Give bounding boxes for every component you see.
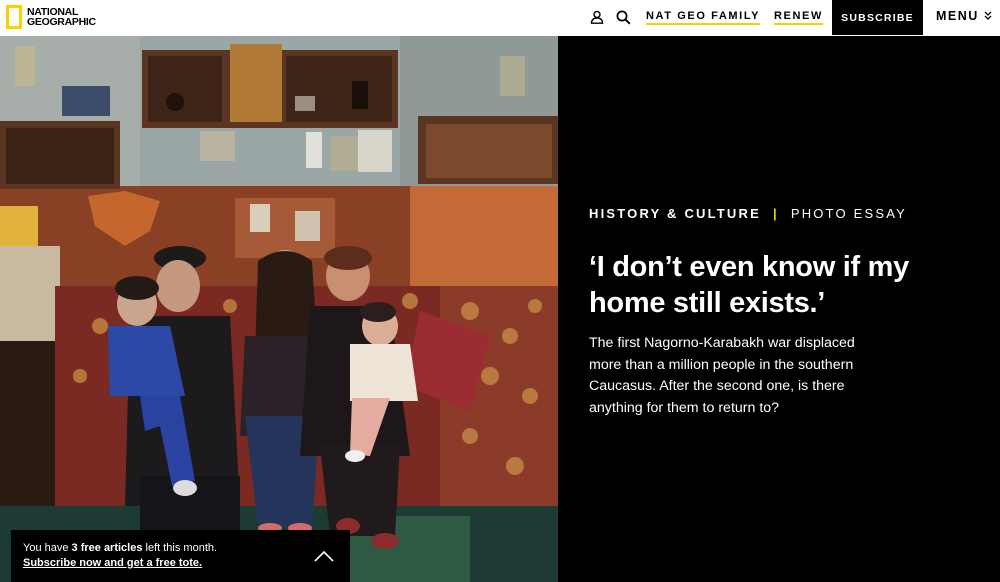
nat-geo-logo[interactable]: NATIONAL GEOGRAPHIC (6, 4, 96, 30)
article-headline: ‘I don’t even know if my home still exis… (589, 251, 909, 319)
subscribe-tote-link[interactable]: Subscribe now and get a free tote. (23, 557, 202, 569)
category-link[interactable]: HISTORY & CULTURE (589, 206, 761, 221)
article-dek: The first Nagorno-Karabakh war displaced… (589, 335, 855, 416)
header-icons (588, 6, 632, 28)
article-type: PHOTO ESSAY (790, 206, 908, 221)
free-article-count: 3 free articles (71, 542, 143, 554)
hero-photo (0, 36, 558, 582)
free-articles-message: You have 3 free articles left this month… (23, 542, 217, 554)
menu-button[interactable]: MENU (936, 9, 992, 23)
paywall-notice: You have 3 free articles left this month… (11, 530, 350, 582)
notice-suffix: left this month. (142, 542, 218, 554)
article-intro: HISTORY & CULTURE | PHOTO ESSAY ‘I don’t e… (558, 36, 1000, 582)
nat-geo-family-link[interactable]: NAT GEO FAMILY (646, 10, 761, 25)
kicker-separator: | (772, 206, 779, 221)
family-photo-illustration (0, 36, 558, 582)
chevron-down-icon (984, 11, 992, 20)
renew-link[interactable]: RENEW (774, 10, 823, 25)
subscribe-button[interactable]: SUBSCRIBE (832, 0, 923, 35)
menu-label: MENU (936, 9, 979, 23)
article-kicker: HISTORY & CULTURE | PHOTO ESSAY (589, 206, 907, 221)
notice-prefix: You have (23, 542, 72, 554)
user-icon[interactable] (588, 6, 606, 28)
logo-wordmark: NATIONAL GEOGRAPHIC (27, 6, 96, 28)
site-header: NATIONAL GEOGRAPHIC NAT GEO FAMILY RENEW… (0, 0, 1000, 36)
search-icon[interactable] (614, 6, 632, 28)
logo-line2: GEOGRAPHIC (27, 16, 96, 28)
chevron-up-icon[interactable] (311, 544, 337, 568)
yellow-frame-icon (6, 5, 22, 29)
